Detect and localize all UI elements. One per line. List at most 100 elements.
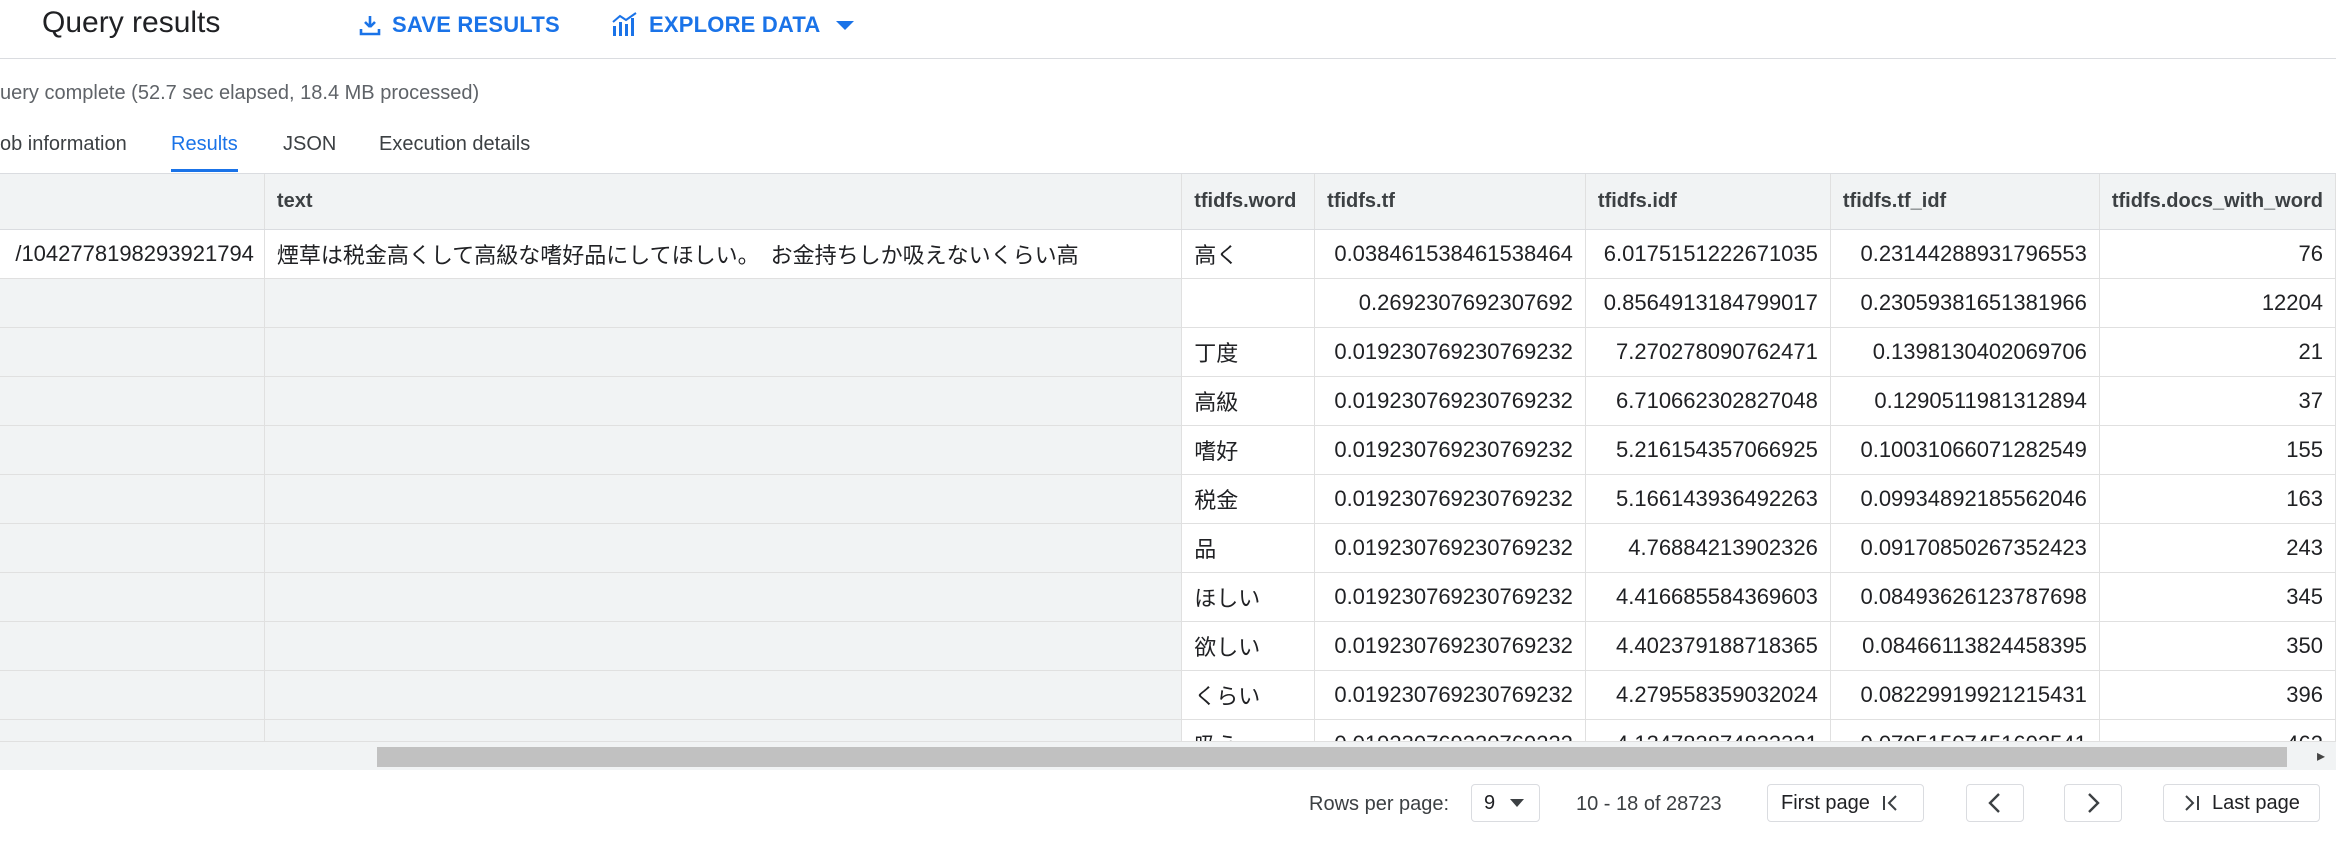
cell-docs[interactable]: 12204 bbox=[2099, 278, 2336, 328]
cell-text bbox=[264, 376, 1183, 426]
cell-docs[interactable]: 345 bbox=[2099, 572, 2336, 622]
rows-per-page-label: Rows per page: bbox=[1309, 793, 1450, 815]
save-results-button[interactable]: SAVE RESULTS bbox=[358, 8, 560, 42]
rows-per-page-value: 9 bbox=[1484, 791, 1496, 814]
column-header[interactable] bbox=[0, 174, 265, 230]
explore-data-label: EXPLORE DATA bbox=[649, 12, 821, 37]
cell-tf-idf[interactable]: 0.10031066071282549 bbox=[1830, 425, 2100, 475]
cell-word[interactable]: 丁度 bbox=[1181, 327, 1316, 377]
cell-text bbox=[264, 327, 1183, 377]
results-table: text tfidfs.word tfidfs.tf tfidfs.idf tf… bbox=[0, 174, 2336, 742]
save-results-label: SAVE RESULTS bbox=[392, 12, 560, 37]
tab-job-information[interactable]: ob information bbox=[0, 128, 127, 172]
cell-idf[interactable]: 5.216154357066925 bbox=[1585, 425, 1831, 475]
cell-idf[interactable]: 6.0175151222671035 bbox=[1585, 229, 1831, 279]
cell-idf[interactable]: 7.270278090762471 bbox=[1585, 327, 1831, 377]
table-row: 0.2692307692307692 0.8564913184799017 0.… bbox=[0, 278, 2336, 328]
explore-data-button[interactable]: EXPLORE DATA bbox=[611, 8, 866, 42]
cell-tf-idf[interactable]: 0.23059381651381966 bbox=[1830, 278, 2100, 328]
cell-tf[interactable]: 0.019230769230769232 bbox=[1314, 474, 1586, 524]
cell-tf-idf[interactable]: 0.09934892185562046 bbox=[1830, 474, 2100, 524]
cell-idf[interactable]: 4.76884213902326 bbox=[1585, 523, 1831, 573]
cell-id bbox=[0, 376, 265, 426]
tab-json[interactable]: JSON bbox=[283, 128, 336, 172]
table-row: ほしい 0.019230769230769232 4.4166855843696… bbox=[0, 572, 2336, 622]
cell-word[interactable]: 吸え bbox=[1181, 719, 1316, 742]
cell-docs[interactable]: 155 bbox=[2099, 425, 2336, 475]
cell-tf[interactable]: 0.019230769230769232 bbox=[1314, 327, 1586, 377]
cell-tf-idf[interactable]: 0.08466113824458395 bbox=[1830, 621, 2100, 671]
cell-idf[interactable]: 5.166143936492263 bbox=[1585, 474, 1831, 524]
previous-page-button[interactable] bbox=[1966, 784, 2024, 822]
cell-tf[interactable]: 0.019230769230769232 bbox=[1314, 621, 1586, 671]
table-row: 丁度 0.019230769230769232 7.27027809076247… bbox=[0, 327, 2336, 377]
cell-idf[interactable]: 0.8564913184799017 bbox=[1585, 278, 1831, 328]
caret-down-icon bbox=[1510, 799, 1525, 807]
first-page-button[interactable]: First page bbox=[1767, 784, 1924, 822]
next-page-button[interactable] bbox=[2064, 784, 2122, 822]
column-header-idf[interactable]: tfidfs.idf bbox=[1585, 174, 1831, 230]
tab-results[interactable]: Results bbox=[171, 128, 238, 172]
cell-tf[interactable]: 0.019230769230769232 bbox=[1314, 376, 1586, 426]
cell-tf[interactable]: 0.2692307692307692 bbox=[1314, 278, 1586, 328]
scrollbar-thumb[interactable] bbox=[377, 747, 2287, 767]
cell-tf[interactable]: 0.019230769230769232 bbox=[1314, 523, 1586, 573]
cell-tf-idf[interactable]: 0.1290511981312894 bbox=[1830, 376, 2100, 426]
cell-id bbox=[0, 572, 265, 622]
cell-tf[interactable]: 0.019230769230769232 bbox=[1314, 572, 1586, 622]
cell-word[interactable]: 高級 bbox=[1181, 376, 1316, 426]
cell-text bbox=[264, 425, 1183, 475]
cell-idf[interactable]: 4.402379188718365 bbox=[1585, 621, 1831, 671]
cell-idf[interactable]: 6.710662302827048 bbox=[1585, 376, 1831, 426]
cell-word[interactable]: 高く bbox=[1181, 229, 1316, 279]
cell-tf-idf[interactable]: 0.08493626123787698 bbox=[1830, 572, 2100, 622]
cell-word[interactable]: 嗜好 bbox=[1181, 425, 1316, 475]
cell-text[interactable]: 煙草は税金高くして高級な嗜好品にしてほしい。 お金持ちしか吸えないくらい高 bbox=[264, 229, 1183, 279]
rows-per-page-select[interactable]: 9 bbox=[1471, 784, 1540, 822]
last-page-icon bbox=[2185, 795, 2199, 811]
cell-docs[interactable]: 163 bbox=[2099, 474, 2336, 524]
first-page-icon bbox=[1882, 795, 1897, 811]
cell-id[interactable]: /1042778198293921794 bbox=[0, 229, 265, 279]
cell-tf[interactable]: 0.019230769230769232 bbox=[1314, 425, 1586, 475]
tab-execution-details[interactable]: Execution details bbox=[379, 128, 530, 172]
column-header-word[interactable]: tfidfs.word bbox=[1181, 174, 1316, 230]
cell-tf-idf[interactable]: 0.23144288931796553 bbox=[1830, 229, 2100, 279]
horizontal-scrollbar[interactable]: ▸ bbox=[0, 741, 2336, 771]
cell-tf-idf[interactable]: 0.08229919921215431 bbox=[1830, 670, 2100, 720]
cell-word[interactable]: 品 bbox=[1181, 523, 1316, 573]
cell-word[interactable] bbox=[1181, 278, 1316, 328]
download-icon bbox=[359, 16, 381, 36]
table-row: 吸え 0.019230769230769232 4.13478387483333… bbox=[0, 719, 2336, 742]
cell-docs[interactable]: 243 bbox=[2099, 523, 2336, 573]
cell-tf[interactable]: 0.019230769230769232 bbox=[1314, 670, 1586, 720]
cell-docs[interactable]: 37 bbox=[2099, 376, 2336, 426]
page-range-text: 10 - 18 of 28723 bbox=[1576, 793, 1722, 815]
cell-tf-idf[interactable]: 0.07951507451602541 bbox=[1830, 719, 2100, 742]
cell-tf-idf[interactable]: 0.1398130402069706 bbox=[1830, 327, 2100, 377]
cell-docs[interactable]: 350 bbox=[2099, 621, 2336, 671]
cell-word[interactable]: ほしい bbox=[1181, 572, 1316, 622]
cell-docs[interactable]: 462 bbox=[2099, 719, 2336, 742]
column-header-docs-with-word[interactable]: tfidfs.docs_with_word bbox=[2099, 174, 2336, 230]
cell-tf[interactable]: 0.019230769230769232 bbox=[1314, 719, 1586, 742]
cell-tf-idf[interactable]: 0.09170850267352423 bbox=[1830, 523, 2100, 573]
cell-idf[interactable]: 4.416685584369603 bbox=[1585, 572, 1831, 622]
scroll-right-icon[interactable]: ▸ bbox=[2317, 746, 2325, 766]
cell-docs[interactable]: 76 bbox=[2099, 229, 2336, 279]
cell-word[interactable]: 税金 bbox=[1181, 474, 1316, 524]
cell-docs[interactable]: 21 bbox=[2099, 327, 2336, 377]
column-header-tf[interactable]: tfidfs.tf bbox=[1314, 174, 1586, 230]
cell-idf[interactable]: 4.134783874833331 bbox=[1585, 719, 1831, 742]
cell-docs[interactable]: 396 bbox=[2099, 670, 2336, 720]
column-header-text[interactable]: text bbox=[264, 174, 1183, 230]
caret-down-icon[interactable] bbox=[834, 18, 856, 32]
last-page-button[interactable]: Last page bbox=[2163, 784, 2320, 822]
cell-word[interactable]: 欲しい bbox=[1181, 621, 1316, 671]
cell-idf[interactable]: 4.279558359032024 bbox=[1585, 670, 1831, 720]
results-grid: text tfidfs.word tfidfs.tf tfidfs.idf tf… bbox=[0, 173, 2336, 742]
cell-tf[interactable]: 0.038461538461538464 bbox=[1314, 229, 1586, 279]
column-header-tf-idf[interactable]: tfidfs.tf_idf bbox=[1830, 174, 2100, 230]
cell-word[interactable]: くらい bbox=[1181, 670, 1316, 720]
cell-text bbox=[264, 572, 1183, 622]
